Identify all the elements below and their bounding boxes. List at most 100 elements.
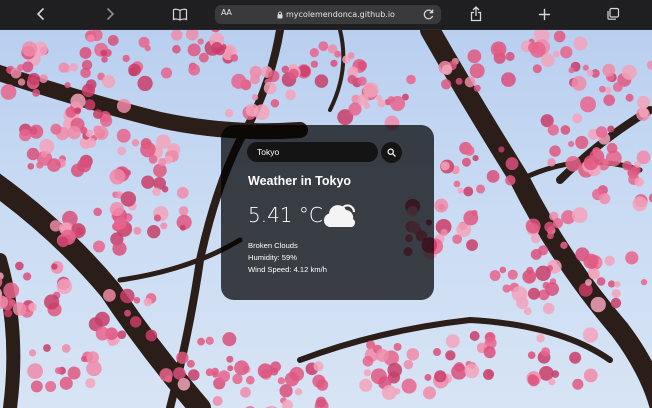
blossom xyxy=(4,308,13,318)
blossom xyxy=(22,272,32,281)
blossom xyxy=(40,151,47,158)
blossom xyxy=(47,158,61,172)
blossom xyxy=(61,344,71,353)
blossom xyxy=(120,288,135,304)
blossom xyxy=(153,163,167,178)
blossom xyxy=(211,367,219,376)
blossom xyxy=(610,297,622,309)
reload-icon[interactable] xyxy=(422,8,435,21)
blossom xyxy=(483,369,494,380)
blossom xyxy=(102,288,116,302)
address-bar[interactable]: AA mycolemendonca.github.io xyxy=(215,5,441,24)
blossom xyxy=(483,346,496,359)
blossom xyxy=(314,74,329,88)
blossom xyxy=(153,214,162,222)
blossom xyxy=(50,123,62,135)
forward-icon[interactable] xyxy=(99,4,121,24)
blossom xyxy=(585,278,592,286)
blossom xyxy=(211,30,220,33)
blossom xyxy=(499,266,507,274)
blossom xyxy=(77,158,92,173)
blossom xyxy=(116,98,131,113)
city-heading: Weather in Tokyo xyxy=(248,174,352,188)
blossom xyxy=(390,95,406,112)
cloud-icon xyxy=(320,202,360,230)
blossom xyxy=(330,59,338,67)
blossom xyxy=(39,74,48,83)
blossom xyxy=(451,363,467,380)
blossom xyxy=(490,41,507,58)
blossom xyxy=(602,63,616,77)
blossom xyxy=(634,177,645,187)
blossom xyxy=(637,95,650,109)
blossom xyxy=(461,157,471,167)
blossom xyxy=(224,109,234,118)
blossom xyxy=(501,72,516,87)
blossom xyxy=(93,207,102,217)
blossom xyxy=(263,81,277,95)
blossom xyxy=(109,202,124,217)
blossom xyxy=(94,311,110,327)
blossom xyxy=(582,64,589,71)
blossom xyxy=(586,69,594,77)
blossom xyxy=(94,125,109,141)
blossom xyxy=(599,85,606,93)
blossom xyxy=(270,367,279,376)
blossom xyxy=(433,348,442,357)
blossom xyxy=(28,302,37,312)
blossom xyxy=(434,198,449,213)
blossom xyxy=(502,284,511,293)
blossom xyxy=(548,378,556,386)
blossom xyxy=(580,96,596,113)
blossom xyxy=(138,36,150,48)
blossom xyxy=(179,224,186,231)
blossom xyxy=(440,161,450,171)
blossom xyxy=(530,248,542,260)
blossom xyxy=(363,369,371,377)
blossom xyxy=(113,217,127,230)
blossom xyxy=(67,125,81,140)
blossom xyxy=(498,146,505,153)
text-size-button[interactable]: AA xyxy=(221,8,232,17)
blossom xyxy=(102,74,116,89)
blossom xyxy=(43,344,51,352)
share-icon[interactable] xyxy=(465,4,487,24)
blossom xyxy=(401,378,417,394)
blossom xyxy=(549,145,561,157)
blossom xyxy=(424,374,432,381)
blossom xyxy=(160,67,173,79)
blossom xyxy=(489,270,501,281)
blossom xyxy=(59,376,73,390)
back-icon[interactable] xyxy=(30,4,52,24)
blossom xyxy=(81,59,93,71)
blossom xyxy=(540,347,551,357)
reader-icon[interactable] xyxy=(169,4,191,24)
city-search-input[interactable] xyxy=(247,142,378,162)
blossom xyxy=(17,78,26,86)
blossom xyxy=(148,154,158,164)
blossom xyxy=(387,362,403,378)
blossom xyxy=(604,255,615,266)
blossom xyxy=(70,93,86,109)
blossom xyxy=(86,34,95,43)
blossom xyxy=(527,42,539,54)
blossom xyxy=(64,82,71,89)
blossom xyxy=(252,94,259,101)
blossom xyxy=(467,49,482,64)
blossom xyxy=(571,207,588,224)
blossom xyxy=(74,107,82,115)
blossom xyxy=(607,125,615,133)
tabs-icon[interactable] xyxy=(602,4,624,24)
blossom xyxy=(440,228,448,237)
blossom xyxy=(393,342,402,351)
search-button[interactable] xyxy=(381,142,402,163)
blossom xyxy=(197,38,204,45)
new-tab-icon[interactable] xyxy=(533,4,555,24)
blossom xyxy=(141,175,155,189)
weather-description: Broken Clouds xyxy=(248,241,298,250)
blossom xyxy=(595,126,608,138)
blossom xyxy=(359,378,373,392)
blossom xyxy=(56,278,73,295)
blossom xyxy=(362,355,374,367)
blossom xyxy=(107,35,119,46)
